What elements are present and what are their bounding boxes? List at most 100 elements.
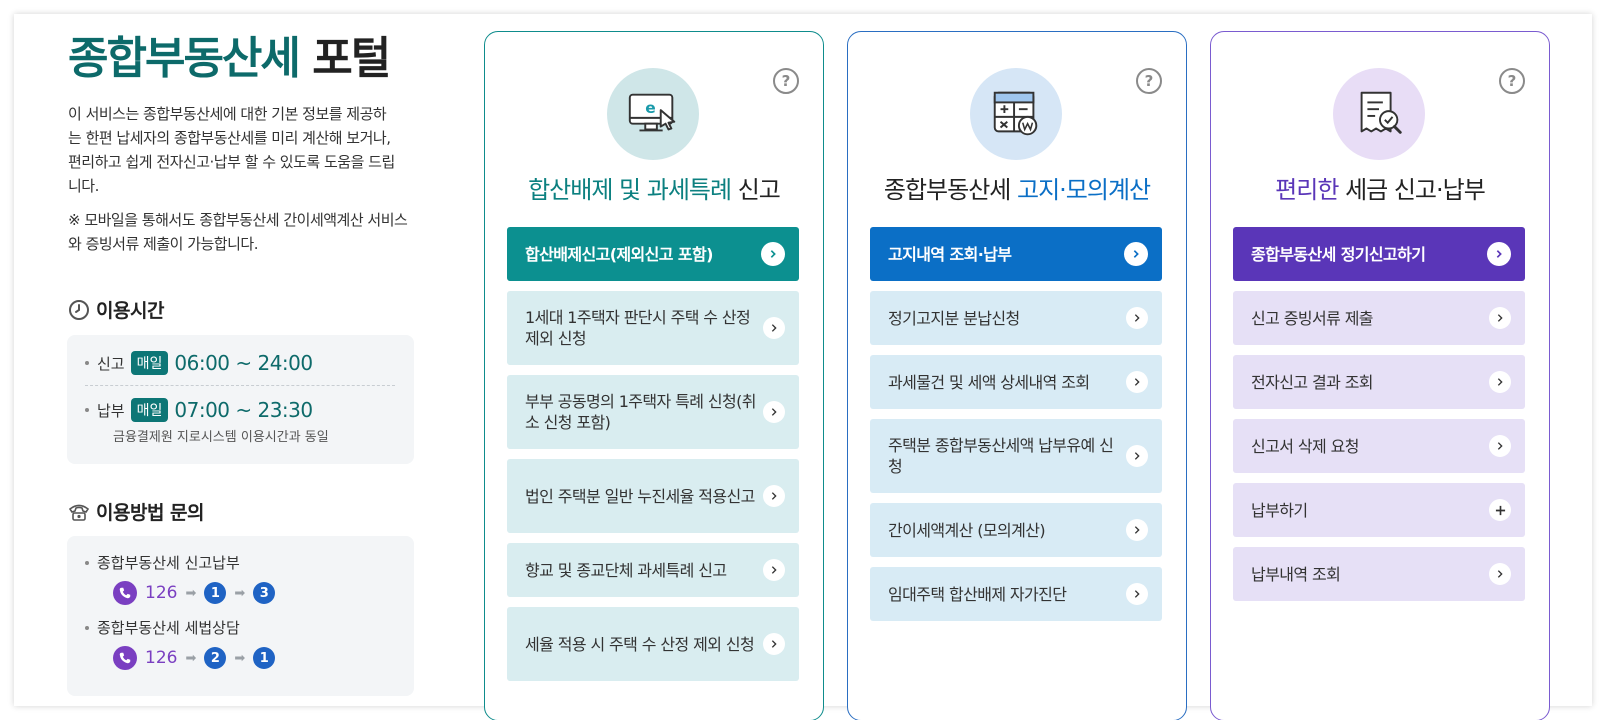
chevron-right-icon <box>763 633 785 655</box>
card-title: 합산배제 및 과세특례 신고 <box>485 170 823 205</box>
intro-description: 이 서비스는 종합부동산세에 대한 기본 정보를 제공하는 한편 납세자의 종합… <box>68 105 395 195</box>
chevron-right-icon <box>763 485 785 507</box>
step-number: 1 <box>204 582 227 604</box>
card-title-accent: 고지·모의계산 <box>1017 176 1151 204</box>
daily-badge: 매일 <box>130 351 169 375</box>
card-title-rest: 신고 <box>737 176 781 204</box>
menu-item-label: 신고 증빙서류 제출 <box>1251 308 1374 328</box>
card-title-rest: 세금 신고·납부 <box>1345 176 1486 204</box>
help-icon[interactable]: ? <box>1499 68 1525 94</box>
hours-time: 06:00 ~ 24:00 <box>174 351 313 375</box>
chevron-right-icon <box>1126 583 1148 605</box>
chevron-right-icon <box>763 401 785 423</box>
daily-badge: 매일 <box>130 398 169 422</box>
phone-number: 126 <box>145 648 178 668</box>
menu-item[interactable]: 과세물건 및 세액 상세내역 조회 <box>870 355 1162 409</box>
chevron-right-icon <box>763 317 785 339</box>
hours-heading: 이용시간 <box>68 296 164 323</box>
menu-item[interactable]: 부부 공동명의 1주택자 특례 신청(취소 신청 포함) <box>507 375 799 449</box>
menu-item-label: 정기고지분 분납신청 <box>888 308 1020 328</box>
phone-icon <box>113 646 137 670</box>
menu-item-label: 부부 공동명의 1주택자 특례 신청(취소 신청 포함) <box>525 392 756 432</box>
chevron-right-icon <box>1124 242 1148 266</box>
card-title: 종합부동산세 고지·모의계산 <box>848 170 1186 205</box>
card-title-rest: 종합부동산세 <box>883 176 1011 204</box>
hours-heading-label: 이용시간 <box>96 300 164 322</box>
hours-time: 07:00 ~ 23:30 <box>174 398 313 422</box>
button-label: 고지내역 조회·납부 <box>888 244 1012 264</box>
menu-item[interactable]: 납부하기 <box>1233 483 1525 537</box>
step-number: 3 <box>253 582 276 604</box>
menu-item-label: 임대주택 합산배제 자가진단 <box>888 584 1067 604</box>
regular-report-button[interactable]: 종합부동산세 정기신고하기 <box>1233 227 1525 281</box>
intro-section: 종합부동산세 포털 이 서비스는 종합부동산세에 대한 기본 정보를 제공하는 … <box>68 30 428 256</box>
step-number: 2 <box>204 647 227 669</box>
menu-item-label: 법인 주택분 일반 누진세율 적용신고 <box>525 486 755 506</box>
bullet <box>85 625 89 630</box>
arrow-right-icon: ➡ <box>234 585 246 601</box>
bullet <box>85 408 89 412</box>
exclusion-report-button[interactable]: 합산배제신고(제외신고 포함) <box>507 227 799 281</box>
menu-item-label: 납부하기 <box>1251 500 1308 520</box>
menu-item[interactable]: 향교 및 종교단체 과세특례 신고 <box>507 543 799 597</box>
svg-text:e: e <box>645 99 655 117</box>
bullet <box>85 560 89 565</box>
inquiry-label: 종합부동산세 세법상담 <box>97 619 240 637</box>
menu-item[interactable]: 전자신고 결과 조회 <box>1233 355 1525 409</box>
menu-item[interactable]: 신고서 삭제 요청 <box>1233 419 1525 473</box>
inquiry-box: 종합부동산세 신고납부 126 ➡ 1 ➡ 3 종합부동산세 세법상담 126 … <box>67 536 414 696</box>
card-menu: 종합부동산세 정기신고하기 신고 증빙서류 제출 전자신고 결과 조회 신고서 … <box>1233 227 1525 611</box>
help-icon[interactable]: ? <box>1136 68 1162 94</box>
menu-item[interactable]: 신고 증빙서류 제출 <box>1233 291 1525 345</box>
notice-payment-button[interactable]: 고지내역 조회·납부 <box>870 227 1162 281</box>
notice-simulation-card: ? 종합부동산세 고지·모의계산 고지내역 조회·납부 정기고지분 분납신청 과… <box>847 31 1187 720</box>
menu-item[interactable]: 임대주택 합산배제 자가진단 <box>870 567 1162 621</box>
arrow-right-icon: ➡ <box>185 585 197 601</box>
exclusion-report-card: ? e 합산배제 및 과세특례 신고 합산배제신고(제외신고 포함) 1세대 1… <box>484 31 824 720</box>
card-menu: 고지내역 조회·납부 정기고지분 분납신청 과세물건 및 세액 상세내역 조회 … <box>870 227 1162 631</box>
hours-label: 납부 <box>97 401 125 420</box>
hours-label: 신고 <box>97 354 125 373</box>
menu-item[interactable]: 법인 주택분 일반 누진세율 적용신고 <box>507 459 799 533</box>
chevron-right-icon <box>1489 563 1511 585</box>
arrow-right-icon: ➡ <box>234 650 246 666</box>
chevron-right-icon <box>763 559 785 581</box>
step-number: 1 <box>253 647 276 669</box>
menu-item[interactable]: 1세대 1주택자 판단시 주택 수 산정 제외 신청 <box>507 291 799 365</box>
card-menu: 합산배제신고(제외신고 포함) 1세대 1주택자 판단시 주택 수 산정 제외 … <box>507 227 799 691</box>
intro-note: ※ 모바일을 통해서도 종합부동산세 간이세액계산 서비스와 증빙서류 제출이 … <box>68 211 408 253</box>
menu-item[interactable]: 주택분 종합부동산세액 납부유예 신청 <box>870 419 1162 493</box>
plus-icon <box>1489 499 1511 521</box>
receipt-search-icon <box>1333 68 1425 160</box>
menu-item-label: 주택분 종합부동산세액 납부유예 신청 <box>888 436 1114 476</box>
menu-item[interactable]: 간이세액계산 (모의계산) <box>870 503 1162 557</box>
inquiry-sequence: 126 ➡ 2 ➡ 1 <box>113 646 396 670</box>
page-title-accent: 종합부동산세 <box>68 33 301 84</box>
chevron-right-icon <box>1126 519 1148 541</box>
page-title: 종합부동산세 포털 <box>68 30 428 88</box>
telephone-icon <box>68 504 90 521</box>
card-title: 편리한 세금 신고·납부 <box>1211 170 1549 205</box>
menu-item-label: 전자신고 결과 조회 <box>1251 372 1374 392</box>
chevron-right-icon <box>1489 307 1511 329</box>
phone-number: 126 <box>145 583 178 603</box>
chevron-right-icon <box>761 242 785 266</box>
menu-item[interactable]: 정기고지분 분납신청 <box>870 291 1162 345</box>
menu-item[interactable]: 납부내역 조회 <box>1233 547 1525 601</box>
divider <box>85 385 395 386</box>
chevron-right-icon <box>1126 445 1148 467</box>
inquiry-heading: 이용방법 문의 <box>68 498 205 525</box>
hours-note: 금융결제원 지로시스템 이용시간과 동일 <box>113 430 329 445</box>
chevron-right-icon <box>1489 435 1511 457</box>
chevron-right-icon <box>1126 371 1148 393</box>
hours-row-report: 신고 매일 06:00 ~ 24:00 <box>85 351 396 375</box>
clock-icon <box>69 299 89 320</box>
menu-item-label: 과세물건 및 세액 상세내역 조회 <box>888 372 1090 392</box>
inquiry-item: 종합부동산세 신고납부 <box>85 552 396 573</box>
menu-item[interactable]: 세율 적용 시 주택 수 산정 제외 신청 <box>507 607 799 681</box>
card-title-accent: 편리한 <box>1275 176 1339 204</box>
menu-item-label: 납부내역 조회 <box>1251 564 1341 584</box>
button-label: 합산배제신고(제외신고 포함) <box>525 244 713 264</box>
help-icon[interactable]: ? <box>773 68 799 94</box>
inquiry-label: 종합부동산세 신고납부 <box>97 554 240 572</box>
